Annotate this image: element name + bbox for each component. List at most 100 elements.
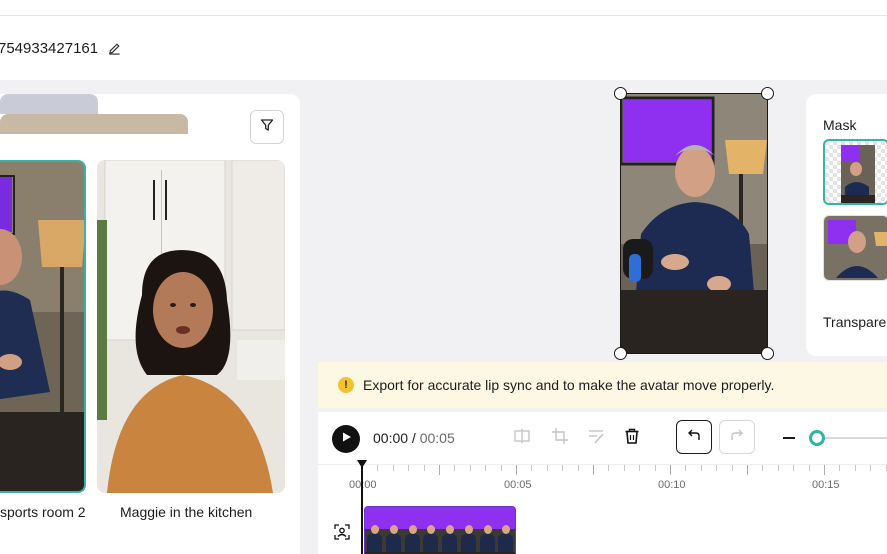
clip-frame: [383, 507, 403, 554]
export-notice: ! Export for accurate lip sync and to ma…: [318, 362, 887, 408]
clip-frame: [496, 507, 515, 554]
clip-frame: [477, 507, 497, 554]
crop-icon: [551, 427, 569, 450]
ruler-tick: [408, 465, 410, 471]
split-icon: [513, 427, 531, 450]
magic-edit-icon: [587, 427, 605, 450]
zoom-slider-knob[interactable]: [809, 430, 825, 446]
ruler-tick: [623, 465, 625, 471]
ruler-tick: [392, 465, 394, 471]
redo-icon: [730, 428, 744, 447]
ruler-label: 00:05: [504, 479, 532, 491]
warning-icon: !: [338, 377, 354, 393]
ruler-tick: [747, 465, 748, 475]
ruler-tick: [454, 465, 456, 471]
redo-button[interactable]: [719, 420, 755, 454]
ruler-tick: [639, 465, 641, 471]
avatar-thumbnail: [0, 162, 84, 491]
ruler-tick: [485, 465, 487, 471]
avatar-card-partial[interactable]: [0, 114, 188, 134]
clip-frame: [365, 507, 384, 554]
ruler-tick: [516, 465, 517, 475]
filter-icon: [260, 118, 274, 137]
zoom-slider-track[interactable]: [816, 437, 887, 439]
ruler-tick: [885, 465, 887, 471]
export-notice-text: Export for accurate lip sync and to make…: [363, 377, 775, 393]
canvas-preview[interactable]: [621, 94, 767, 353]
ruler-tick: [731, 465, 733, 471]
avatar-video-clip[interactable]: [364, 506, 516, 554]
mask-panel: Mask Transpare: [806, 94, 887, 356]
ruler-tick: [777, 465, 779, 471]
undo-icon: [687, 428, 701, 447]
ruler-tick: [808, 465, 810, 471]
crop-button[interactable]: [548, 426, 572, 450]
resize-handle-bottom-left[interactable]: [614, 347, 627, 360]
mask-title: Mask: [823, 117, 857, 133]
playback-time: 00:00 / 00:05: [373, 430, 455, 446]
playhead[interactable]: [361, 462, 363, 554]
delete-button[interactable]: [620, 426, 644, 450]
ruler-tick: [377, 465, 379, 471]
avatar-track-icon: [334, 524, 350, 540]
top-toolbar: [0, 0, 887, 16]
ruler-tick: [531, 465, 533, 471]
avatar-library-panel: sports room 2 Maggie in the kitchen: [0, 94, 300, 554]
zoom-out-icon[interactable]: [783, 437, 795, 439]
timeline-panel: 00:00 / 00:05 00:00 00:05 00:10: [318, 412, 887, 554]
title-bar: 754933427161: [0, 16, 887, 80]
avatar-card-sports-room[interactable]: [0, 160, 86, 493]
clip-frame: [421, 507, 440, 554]
ruler-tick: [793, 465, 795, 471]
avatar-card-maggie-kitchen[interactable]: [97, 160, 285, 493]
time-ruler[interactable]: 00:00 00:05 00:10 00:15: [318, 464, 887, 504]
ruler-tick: [562, 465, 564, 471]
resize-handle-bottom-right[interactable]: [761, 347, 774, 360]
avatar-name-sports-room: sports room 2: [0, 504, 86, 520]
ruler-tick: [500, 465, 502, 471]
ruler-tick: [577, 465, 579, 471]
trash-icon: [623, 427, 641, 450]
avatar-name-maggie: Maggie in the kitchen: [120, 504, 253, 520]
ruler-tick: [546, 465, 548, 471]
playhead-handle[interactable]: [357, 460, 367, 468]
undo-button[interactable]: [676, 420, 712, 454]
ruler-tick: [469, 465, 471, 471]
play-icon: [340, 430, 352, 448]
resize-handle-top-left[interactable]: [614, 87, 627, 100]
play-button[interactable]: [332, 425, 360, 453]
ruler-label: 00:10: [658, 479, 686, 491]
total-time: 00:05: [419, 430, 455, 446]
mask-transparent-label: Transpare: [823, 314, 887, 330]
ruler-tick: [716, 465, 718, 471]
mask-option-transparent[interactable]: [823, 139, 887, 205]
ruler-label: 00:15: [812, 479, 840, 491]
ruler-tick: [654, 465, 656, 471]
resize-handle-top-right[interactable]: [761, 87, 774, 100]
ruler-tick: [685, 465, 687, 471]
ruler-tick: [824, 465, 825, 475]
mask-thumbnail: [824, 216, 887, 280]
clip-frame: [458, 507, 478, 554]
edit-clip-button[interactable]: [584, 426, 608, 450]
split-button[interactable]: [510, 426, 534, 450]
ruler-tick: [593, 465, 594, 475]
project-title[interactable]: 754933427161: [0, 40, 98, 57]
ruler-tick: [608, 465, 610, 471]
ruler-tick: [670, 465, 671, 475]
clip-frame: [440, 507, 459, 554]
avatar-thumbnail: [97, 160, 285, 493]
ruler-tick: [762, 465, 764, 471]
clip-frame: [402, 507, 422, 554]
filter-button[interactable]: [250, 110, 284, 144]
mask-option-full[interactable]: [823, 215, 887, 281]
time-separator: /: [408, 430, 420, 446]
ruler-tick: [854, 465, 856, 471]
preview-video-frame: [621, 94, 767, 353]
avatar-card-partial[interactable]: [0, 94, 98, 114]
edit-pencil-icon[interactable]: [108, 41, 122, 55]
ruler-tick: [423, 465, 425, 471]
current-time: 00:00: [373, 430, 409, 446]
ruler-tick: [700, 465, 702, 471]
ruler-tick: [839, 465, 841, 471]
